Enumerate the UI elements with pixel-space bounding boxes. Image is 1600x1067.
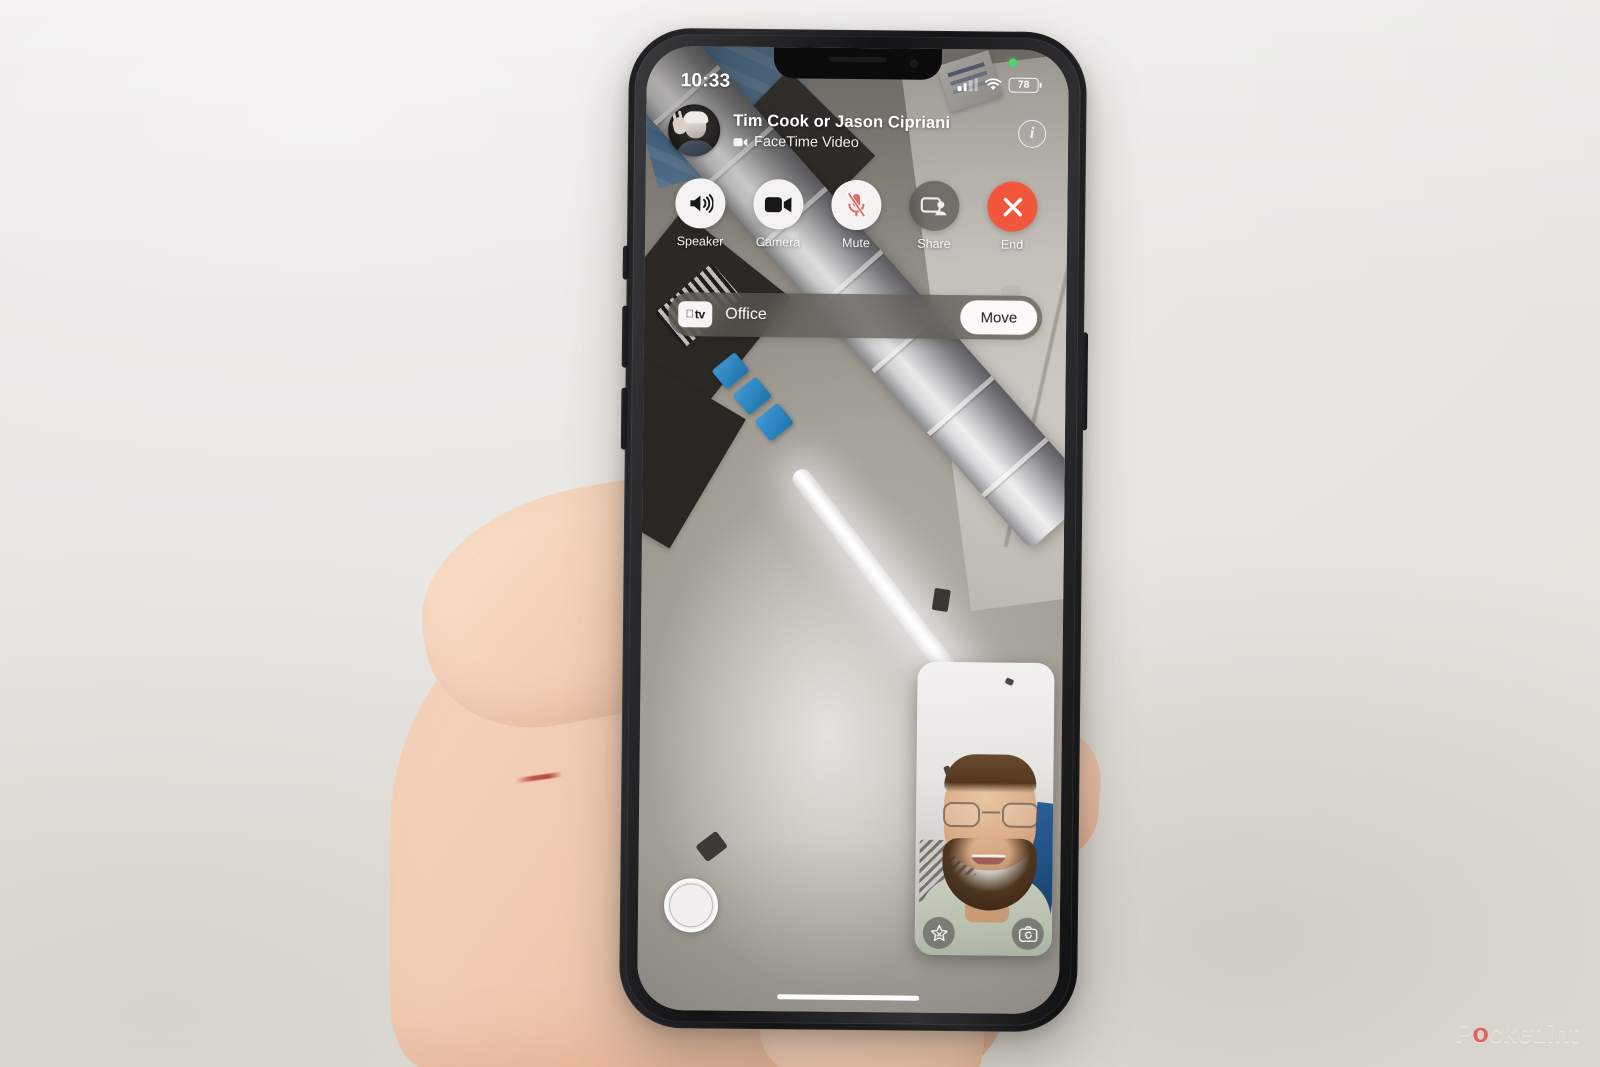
self-hair [944,753,1037,793]
front-camera [909,59,918,68]
shutter-button[interactable] [663,878,719,933]
speaker-icon [675,178,726,229]
caller-name: Tim Cook or Jason Cipriani [733,111,951,132]
power-button[interactable] [1081,332,1089,431]
mute-label: Mute [842,235,870,251]
wifi-icon [985,77,1002,91]
microphone-slash-icon [831,179,882,231]
watermark-accent-letter: o [1472,1018,1489,1048]
share-button[interactable]: Share [903,180,966,252]
tv-label: tv [690,307,705,322]
camera-label: Camera [755,234,801,250]
earpiece-speaker [828,56,887,63]
route-device-name: Office [725,305,767,324]
call-controls: Speaker Camera Mute Share End [645,178,1068,252]
apple-logo-glyph:  [686,308,694,320]
avatar[interactable] [667,104,721,157]
call-info: Tim Cook or Jason Cipriani FaceTime Vide… [733,112,1018,153]
self-view-controls [915,916,1052,951]
info-letter: i [1029,124,1035,142]
call-type-row: FaceTime Video [733,134,1018,153]
ring-switch[interactable] [622,245,629,280]
status-time: 10:33 [680,70,731,92]
move-button[interactable]: Move [960,300,1038,335]
photo-scene: 10:33 78 Tim Cook or Jason Cipriani Face… [0,0,1600,1067]
battery-icon: 78 [1008,77,1039,93]
apple-tv-icon:  tv [678,301,713,328]
volume-down-button[interactable] [620,387,628,450]
end-call-button[interactable]: End [981,181,1044,252]
iphone-device: 10:33 78 Tim Cook or Jason Cipriani Face… [618,27,1089,1033]
video-camera-icon [733,136,748,147]
ceiling-fixture [931,587,951,613]
status-indicators: 78 [957,77,1039,93]
self-glasses [941,801,1041,828]
close-x-icon [987,181,1038,232]
pocketlint-watermark: Pocketlint [1454,1018,1579,1049]
phone-screen: 10:33 78 Tim Cook or Jason Cipriani Face… [636,45,1070,1015]
end-label: End [1000,237,1024,252]
info-circle-icon[interactable]: i [1018,119,1047,149]
share-label: Share [917,236,951,252]
mute-button[interactable]: Mute [825,179,888,251]
device-notch [773,47,943,80]
shareplay-icon [909,180,960,232]
watermark-prefix: P [1454,1018,1473,1048]
call-header: Tim Cook or Jason Cipriani FaceTime Vide… [646,104,1069,160]
watermark-suffix: cketlint [1488,1018,1578,1048]
camera-in-use-indicator [1008,58,1017,67]
battery-percent: 78 [1017,78,1030,91]
speaker-button[interactable]: Speaker [669,178,732,249]
speaker-label: Speaker [676,234,724,249]
volume-up-button[interactable] [621,305,629,368]
self-view-pip[interactable] [914,661,1055,957]
video-camera-icon [753,178,804,230]
camera-button[interactable]: Camera [747,178,810,250]
effects-star-icon[interactable] [922,916,955,950]
camera-flip-icon[interactable] [1011,917,1044,951]
cellular-signal-icon [957,77,978,91]
call-type-label: FaceTime Video [753,133,859,152]
airplay-route-bar:  tv Office Move [668,292,1043,340]
self-mouth [971,854,1006,865]
